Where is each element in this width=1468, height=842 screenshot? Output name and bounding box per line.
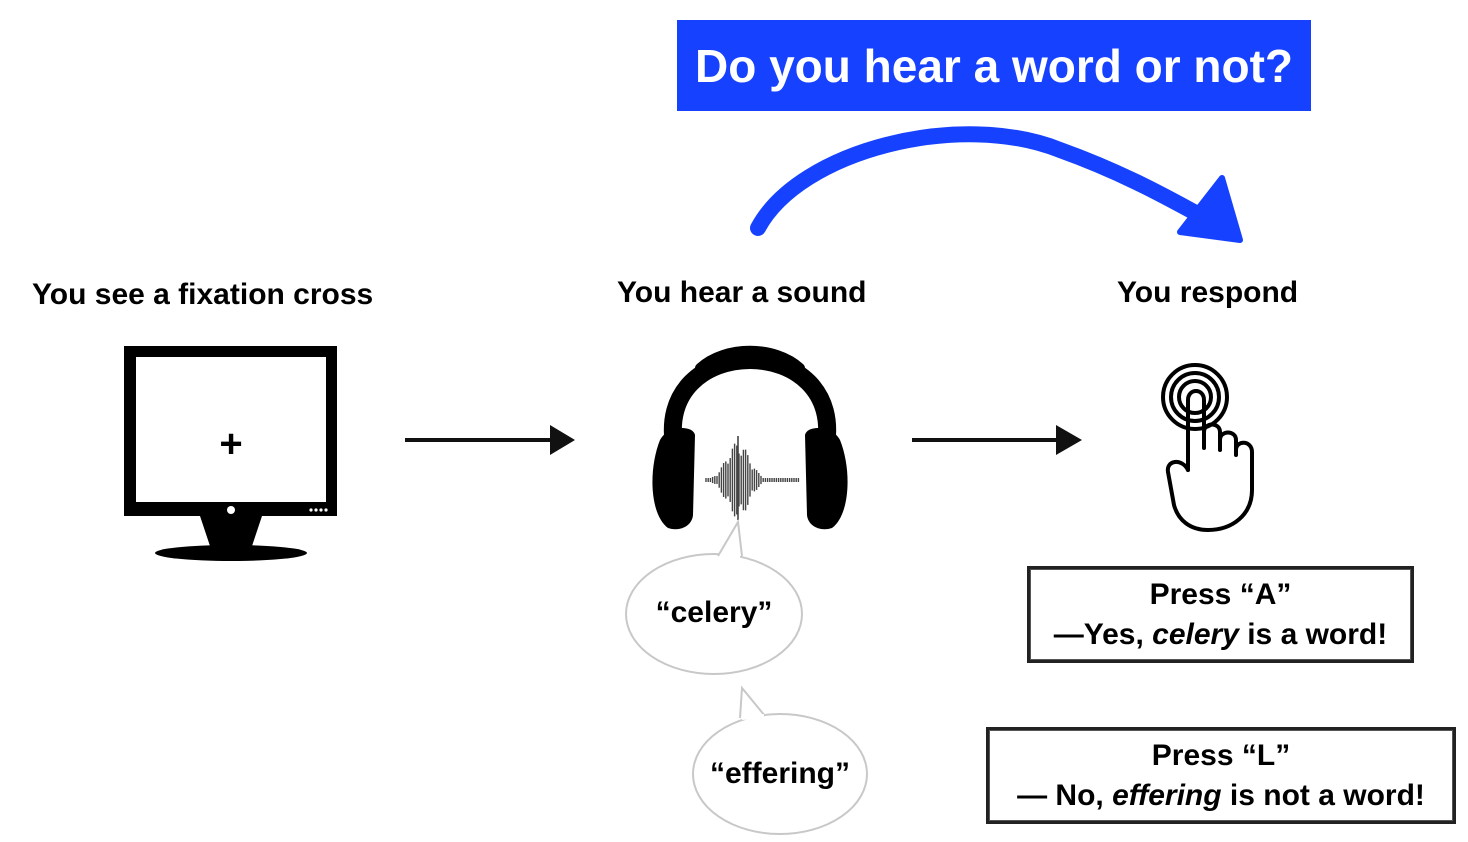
question-banner: Do you hear a word or not? (677, 20, 1311, 111)
curved-arrow-icon (750, 126, 1243, 243)
step-label-sound: You hear a sound (617, 276, 867, 309)
response-explanation-a: —Yes, celery is a word! (1053, 617, 1388, 651)
waveform-icon (705, 436, 800, 520)
step-label-fixation: You see a fixation cross (32, 278, 374, 311)
arrow-right-icon (405, 425, 575, 455)
bubble-word-celery: “celery” (655, 596, 773, 629)
response-explanation-l: — No, effering is not a word! (1017, 778, 1425, 812)
headphones-icon (652, 345, 848, 530)
arrow-right-icon (912, 425, 1082, 455)
response-box-a: Press “A” —Yes, celery is a word! (1027, 566, 1414, 663)
fixation-cross: + (219, 422, 243, 466)
question-text: Do you hear a word or not? (694, 39, 1294, 92)
bubble-word-effering: “effering” (709, 757, 850, 790)
response-key-l: Press “L” (1151, 738, 1291, 772)
response-box-l: Press “L” — No, effering is not a word! (986, 727, 1456, 824)
response-word: celery (1152, 617, 1239, 651)
response-word: effering (1112, 778, 1222, 812)
touch-icon (1161, 363, 1254, 532)
response-key-a: Press “A” (1149, 577, 1292, 611)
step-label-respond: You respond (1117, 276, 1299, 309)
